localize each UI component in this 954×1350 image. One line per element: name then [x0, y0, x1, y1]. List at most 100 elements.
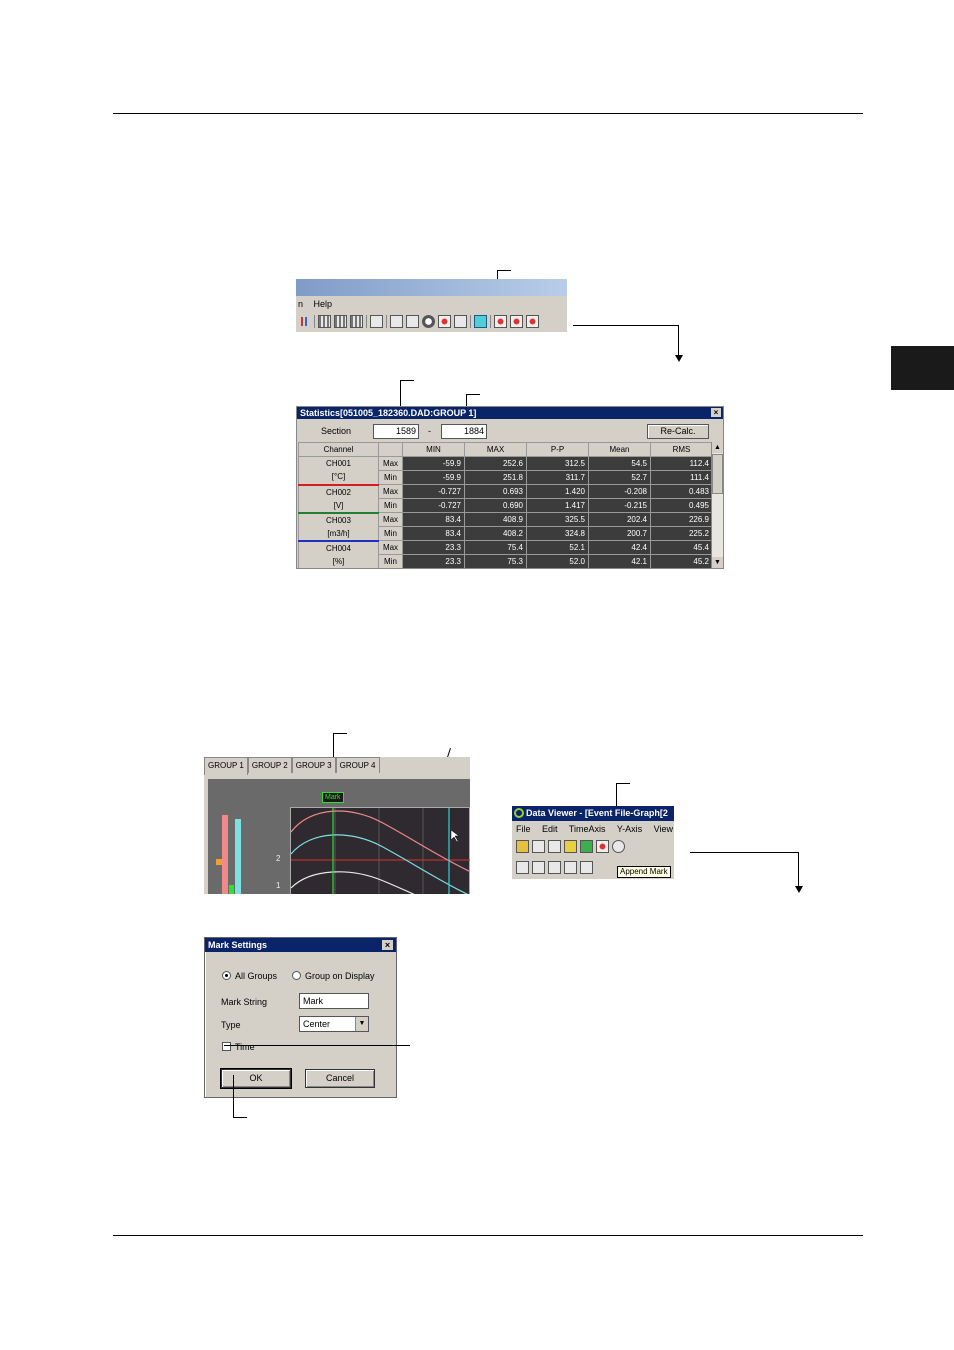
cursor-b-left-icon[interactable] [548, 861, 561, 874]
value-cell: 225.2 [650, 526, 713, 541]
channel-cell: CH001 [°C] [298, 456, 379, 486]
callout-line [678, 325, 679, 357]
close-icon[interactable]: × [382, 940, 393, 950]
mark-label[interactable]: Mark [322, 792, 344, 803]
append-mark-tooltip: Append Mark [617, 866, 671, 878]
bottom-rule [113, 1235, 863, 1236]
mouse-pointer-icon [450, 829, 460, 843]
table-icon[interactable] [406, 315, 419, 328]
statistics-window: Statistics[051005_182360.DAD:GROUP 1] × … [296, 406, 724, 569]
column-header: Mean [588, 442, 651, 457]
copy-icon[interactable] [548, 840, 561, 853]
mark-prev-icon[interactable] [494, 315, 507, 328]
color-icon[interactable] [438, 315, 451, 328]
vertical-scrollbar[interactable]: ▲ ▼ [711, 442, 723, 568]
value-cell: 23.3 [402, 540, 465, 555]
graph-crop: GROUP 1 GROUP 2 GROUP 3 GROUP 4 2 1 Mark [204, 757, 470, 894]
menu-bar: n Help [296, 297, 338, 311]
level-bar-green [229, 885, 234, 894]
separator [386, 315, 387, 328]
cancel-button[interactable]: Cancel [305, 1069, 375, 1088]
radio-all-groups[interactable] [222, 971, 231, 980]
mark-icon[interactable] [596, 840, 609, 853]
value-cell: 312.5 [526, 456, 589, 471]
cursor-a-left-icon[interactable] [516, 861, 529, 874]
clock-icon[interactable] [422, 315, 435, 328]
close-icon[interactable]: × [711, 408, 721, 417]
callout-line [233, 1075, 234, 1118]
value-cell: -59.9 [402, 456, 465, 471]
mark-jump-icon[interactable] [510, 315, 523, 328]
menu-item-view[interactable]: View [654, 824, 673, 834]
cursor-b-right-icon[interactable] [564, 861, 577, 874]
grid-icon[interactable] [454, 315, 467, 328]
value-cell: 83.4 [402, 512, 465, 527]
channel-unit: [V] [333, 500, 344, 510]
layout-3x3-icon[interactable] [334, 315, 347, 328]
scroll-up-icon[interactable]: ▲ [712, 442, 723, 453]
value-cell: 200.7 [588, 526, 651, 541]
section-to-field[interactable]: 1884 [441, 424, 487, 439]
time-checkbox[interactable] [222, 1042, 231, 1051]
paste-icon[interactable] [564, 840, 577, 853]
menu-item[interactable]: n [298, 299, 303, 309]
value-cell: 111.4 [650, 470, 713, 485]
tab-group-4[interactable]: GROUP 4 [335, 757, 380, 773]
menu-item-edit[interactable]: Edit [542, 824, 558, 834]
value-cell: 52.0 [526, 554, 589, 568]
channel-unit: [°C] [331, 472, 346, 482]
mark-settings-dialog: Mark Settings × All Groups Group on Disp… [204, 937, 397, 1098]
scroll-down-icon[interactable]: ▼ [712, 557, 723, 568]
channel-name: CH002 [326, 487, 351, 497]
value-cell: 54.5 [588, 456, 651, 471]
tab-group-1[interactable]: GROUP 1 [204, 757, 248, 775]
image-icon[interactable] [390, 315, 403, 328]
layout-4x4-icon[interactable] [350, 315, 363, 328]
statistics-table: Channel MIN MAX P-P Mean RMS CH001 [°C] Ma… [298, 442, 713, 568]
menu-item-file[interactable]: File [516, 824, 531, 834]
section-from-field[interactable]: 1589 [373, 424, 419, 439]
value-cell: -0.215 [588, 498, 651, 513]
save-icon[interactable] [532, 840, 545, 853]
callout-line [233, 1117, 247, 1118]
menu-item-timeaxis[interactable]: TimeAxis [569, 824, 606, 834]
zoom-icon[interactable] [612, 840, 625, 853]
row-kind: Max [378, 456, 403, 471]
value-cell: 0.483 [650, 484, 713, 499]
append-mark-icon[interactable] [580, 840, 593, 853]
plot-area[interactable] [290, 807, 470, 894]
radio-group-on-display[interactable] [292, 971, 301, 980]
value-cell: 1.420 [526, 484, 589, 499]
ok-button[interactable]: OK [220, 1068, 292, 1089]
cursor-a-jump-icon[interactable] [580, 861, 593, 874]
value-cell: 75.4 [464, 540, 527, 555]
cursor-a-right-icon[interactable] [532, 861, 545, 874]
open-folder-icon[interactable] [516, 840, 529, 853]
chevron-down-icon[interactable]: ▼ [355, 1017, 368, 1031]
mark-next-icon[interactable] [526, 315, 539, 328]
column-header: MAX [464, 442, 527, 457]
layout-2x2-icon[interactable] [318, 315, 331, 328]
tab-group-2[interactable]: GROUP 2 [247, 757, 292, 773]
value-cell: 42.1 [588, 554, 651, 568]
row-kind: Min [378, 554, 403, 568]
callout-line [798, 852, 799, 888]
recalc-button[interactable]: Re-Calc. [647, 424, 709, 439]
callout-line [333, 733, 347, 734]
type-select[interactable]: Center ▼ [299, 1016, 369, 1032]
level-bar-cyan [235, 819, 241, 894]
scroll-thumb[interactable] [712, 454, 723, 494]
channel-cell: CH002 [V] [298, 484, 379, 514]
statistics-icon[interactable] [474, 315, 487, 328]
value-cell: 42.4 [588, 540, 651, 555]
tab-group-3[interactable]: GROUP 3 [291, 757, 336, 773]
value-cell: 112.4 [650, 456, 713, 471]
section-label: Section [321, 426, 352, 436]
menu-item-yaxis[interactable]: Y-Axis [617, 824, 642, 834]
cursor-icon[interactable] [370, 315, 383, 328]
mark-string-input[interactable]: Mark [299, 993, 369, 1009]
channel-cell: CH003 [m3/h] [298, 512, 379, 542]
value-cell: 52.7 [588, 470, 651, 485]
channel-icon[interactable] [298, 315, 311, 328]
menu-item-help[interactable]: Help [314, 299, 333, 309]
